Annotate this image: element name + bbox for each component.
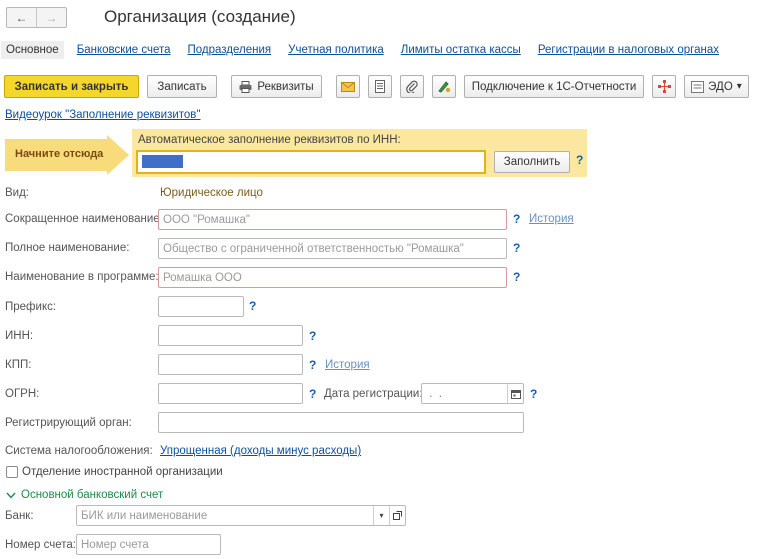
bank-select[interactable]: БИК или наименование ▾ bbox=[76, 505, 406, 526]
reg-date-label: Дата регистрации: bbox=[324, 388, 423, 400]
fill-button[interactable]: Заполнить bbox=[494, 151, 570, 173]
save-button[interactable]: Записать bbox=[147, 75, 217, 98]
reg-authority-label: Регистрирующий орган: bbox=[5, 417, 132, 429]
autofill-help-icon[interactable]: ? bbox=[576, 153, 583, 167]
kpp-input[interactable] bbox=[158, 354, 303, 375]
ogrn-help-icon[interactable]: ? bbox=[309, 387, 316, 401]
start-here-label: Начните отсюда bbox=[15, 148, 104, 160]
kpp-history-link[interactable]: История bbox=[325, 359, 370, 371]
forward-button[interactable]: → bbox=[36, 8, 66, 27]
reg-date-value: . . bbox=[426, 387, 442, 400]
open-icon[interactable] bbox=[389, 506, 405, 525]
start-here-arrow: Начните отсюда bbox=[5, 135, 133, 178]
printer-icon bbox=[239, 80, 252, 93]
envelope-icon bbox=[341, 81, 355, 92]
program-name-label: Наименование в программе: bbox=[5, 271, 159, 283]
back-button[interactable]: ← bbox=[7, 8, 36, 27]
chevron-down-icon: ▾ bbox=[736, 81, 742, 92]
edo-menu-button[interactable]: ЭДО ▾ bbox=[684, 75, 749, 98]
prefix-help-icon[interactable]: ? bbox=[249, 299, 256, 313]
full-name-label: Полное наименование: bbox=[5, 242, 130, 254]
signature-pen-icon bbox=[437, 80, 451, 93]
tab-cash-limits[interactable]: Лимиты остатка кассы bbox=[401, 44, 521, 56]
report-button[interactable] bbox=[368, 75, 392, 98]
full-name-help-icon[interactable]: ? bbox=[513, 241, 520, 255]
sign-button[interactable] bbox=[432, 75, 456, 98]
dropdown-arrow-icon[interactable]: ▾ bbox=[373, 506, 389, 525]
full-name-input[interactable]: Общество с ограниченной ответственностью… bbox=[158, 238, 507, 259]
tab-accounting-policy[interactable]: Учетная политика bbox=[288, 44, 384, 56]
ogrn-label: ОГРН: bbox=[5, 388, 40, 400]
prefix-input[interactable] bbox=[158, 296, 244, 317]
tab-departments[interactable]: Подразделения bbox=[188, 44, 272, 56]
reg-authority-input[interactable] bbox=[158, 412, 524, 433]
edo-label: ЭДО bbox=[708, 80, 733, 93]
foreign-branch-label[interactable]: Отделение иностранной организации bbox=[22, 466, 223, 478]
short-name-history-link[interactable]: История bbox=[529, 213, 574, 225]
connect-1c-reporting-button[interactable]: Подключение к 1С-Отчетности bbox=[464, 75, 644, 98]
reg-date-help-icon[interactable]: ? bbox=[530, 387, 537, 401]
edo-icon bbox=[691, 80, 705, 93]
autofill-label: Автоматическое заполнение реквизитов по … bbox=[138, 134, 401, 146]
hierarchy-icon bbox=[657, 80, 671, 93]
short-name-label: Сокращенное наименование: bbox=[5, 213, 163, 225]
account-number-input[interactable]: Номер счета bbox=[76, 534, 221, 555]
program-name-input[interactable]: Ромашка ООО bbox=[158, 267, 507, 288]
inn-label: ИНН: bbox=[5, 330, 34, 342]
prefix-label: Префикс: bbox=[5, 301, 57, 313]
attach-button[interactable] bbox=[400, 75, 424, 98]
ogrn-input[interactable] bbox=[158, 383, 303, 404]
reg-date-input[interactable]: . . bbox=[421, 383, 524, 404]
calendar-icon[interactable] bbox=[507, 384, 523, 403]
text-selection bbox=[142, 155, 183, 168]
kind-value[interactable]: Юридическое лицо bbox=[160, 187, 263, 199]
tab-tax-registrations[interactable]: Регистрации в налоговых органах bbox=[538, 44, 719, 56]
requisites-button[interactable]: Реквизиты bbox=[231, 75, 322, 98]
chevron-down-icon bbox=[6, 492, 16, 499]
account-number-label: Номер счета: bbox=[5, 539, 76, 551]
structure-button[interactable] bbox=[652, 75, 676, 98]
tax-system-label: Система налогообложения: bbox=[5, 445, 153, 457]
bank-placeholder: БИК или наименование bbox=[81, 509, 208, 522]
bank-label: Банк: bbox=[5, 510, 34, 522]
bank-group-header[interactable]: Основной банковский счет bbox=[6, 489, 163, 501]
save-and-close-button[interactable]: Записать и закрыть bbox=[4, 75, 139, 98]
tab-main[interactable]: Основное bbox=[1, 41, 64, 59]
document-icon bbox=[375, 80, 385, 93]
email-button[interactable] bbox=[336, 75, 360, 98]
autofill-inn-input[interactable] bbox=[136, 150, 486, 174]
kpp-label: КПП: bbox=[5, 359, 32, 371]
paperclip-icon bbox=[406, 80, 418, 93]
short-name-input[interactable]: ООО "Ромашка" bbox=[158, 209, 507, 230]
history-nav: ← → bbox=[6, 7, 67, 28]
window-title: Организация (создание) bbox=[104, 7, 296, 26]
kpp-help-icon[interactable]: ? bbox=[309, 358, 316, 372]
tab-bank-accounts[interactable]: Банковские счета bbox=[77, 44, 171, 56]
video-tutorial-link[interactable]: Видеоурок "Заполнение реквизитов" bbox=[5, 109, 201, 121]
requisites-label: Реквизиты bbox=[257, 80, 314, 93]
inn-input[interactable] bbox=[158, 325, 303, 346]
section-tabs: Основное Банковские счета Подразделения … bbox=[1, 40, 736, 60]
tax-system-link[interactable]: Упрощенная (доходы минус расходы) bbox=[160, 445, 361, 457]
foreign-branch-checkbox[interactable] bbox=[6, 466, 18, 478]
kind-label: Вид: bbox=[5, 187, 29, 199]
bank-group-title: Основной банковский счет bbox=[21, 489, 164, 501]
program-name-help-icon[interactable]: ? bbox=[513, 270, 520, 284]
short-name-help-icon[interactable]: ? bbox=[513, 212, 520, 226]
inn-help-icon[interactable]: ? bbox=[309, 329, 316, 343]
command-bar: Записать и закрыть Записать Реквизиты По… bbox=[4, 75, 749, 98]
